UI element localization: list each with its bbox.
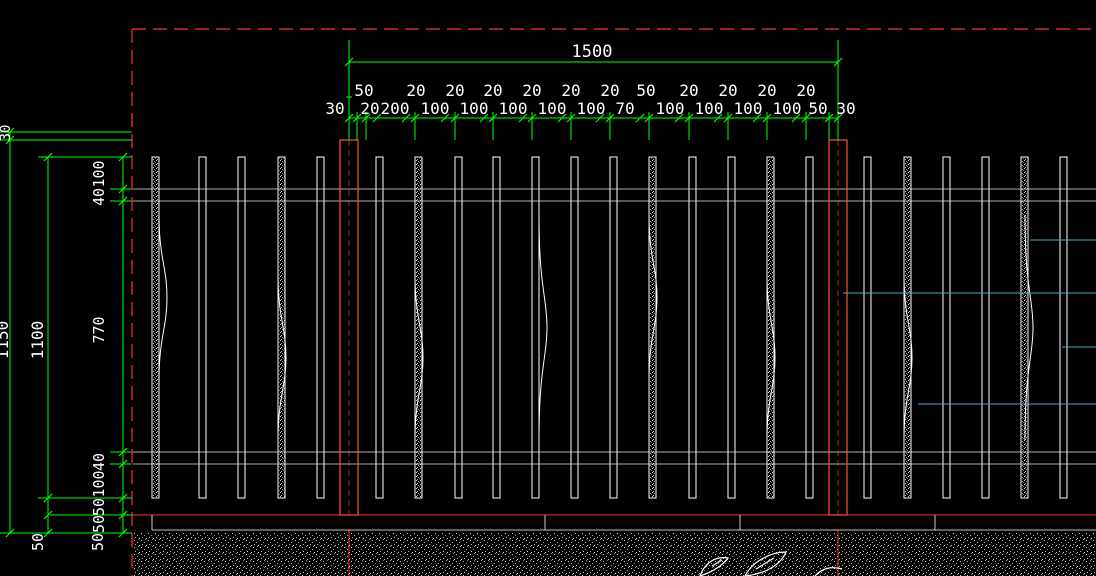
dim-row-1: 50 20 20 20 20 20 20 50 20 20 20 20 <box>354 81 815 100</box>
dim-segment-label: 40 <box>90 188 108 206</box>
dim-row1-label: 20 <box>483 81 502 100</box>
dim-segment-label: 50 <box>90 515 108 533</box>
dim-overall-width: 1500 <box>572 42 613 62</box>
dim-row2-label: 70 <box>615 99 634 118</box>
dim-row2-label: 100 <box>460 99 489 118</box>
dim-top-partial: 30 <box>0 125 14 142</box>
picket <box>727 156 736 499</box>
picket <box>805 156 814 499</box>
dim-base-outer: 50 <box>29 533 47 551</box>
dim-segment-label: 770 <box>90 316 108 343</box>
dim-row1-label: 50 <box>636 81 655 100</box>
dim-segment-label: 40 <box>90 453 108 471</box>
picket-texture <box>768 158 774 497</box>
dim-fence-height: 1100 <box>28 321 47 360</box>
ground-section <box>132 514 1096 576</box>
dim-row2-label: 200 <box>381 99 410 118</box>
dim-row2-label: 50 <box>808 99 827 118</box>
dim-row2-label: 100 <box>577 99 606 118</box>
dim-row1-label: 20 <box>796 81 815 100</box>
dim-row1-label: 20 <box>522 81 541 100</box>
annotation-leaders <box>843 239 1096 405</box>
picket-profile <box>158 214 168 381</box>
picket-texture <box>1022 158 1028 497</box>
dim-row1-label: 20 <box>679 81 698 100</box>
dim-left-segments: 10040770401005050 <box>90 160 108 533</box>
dim-base-inner: 50 <box>89 533 107 551</box>
picket <box>981 156 990 499</box>
fence-pickets <box>151 156 1068 499</box>
picket <box>863 156 872 499</box>
fence-elevation-drawing: 1500 50 20 20 20 20 20 20 50 20 20 20 20 30 20 200 100… <box>0 28 1096 576</box>
dim-row2-label: 100 <box>695 99 724 118</box>
picket <box>531 156 540 499</box>
dim-segment-label: 50 <box>90 498 108 516</box>
picket <box>198 156 207 499</box>
dim-row2-label: 100 <box>421 99 450 118</box>
dim-row2-label: 20 <box>360 99 379 118</box>
picket <box>492 156 501 499</box>
post <box>828 139 848 516</box>
picket-texture <box>905 158 911 497</box>
dim-row-2: 30 20 200 100 100 100 100 100 70 100 100 100 100 50 30 <box>325 99 855 118</box>
dim-row1-label: 20 <box>757 81 776 100</box>
picket <box>454 156 463 499</box>
dim-row2-label: 100 <box>734 99 763 118</box>
picket <box>609 156 618 499</box>
picket <box>942 156 951 499</box>
picket <box>375 156 384 499</box>
dim-row2-label: 30 <box>325 99 344 118</box>
picket <box>1059 156 1068 499</box>
dim-segment-label: 100 <box>90 470 108 497</box>
picket <box>316 156 325 499</box>
post <box>339 139 359 516</box>
picket-texture <box>279 158 285 497</box>
picket-texture <box>416 158 422 497</box>
dim-row1-label: 20 <box>445 81 464 100</box>
dim-row2-label: 100 <box>538 99 567 118</box>
dim-segment-label: 100 <box>90 160 108 187</box>
dim-row1-label: 20 <box>718 81 737 100</box>
picket-texture <box>153 158 159 497</box>
picket <box>237 156 246 499</box>
dim-row2-label: 100 <box>499 99 528 118</box>
dim-row1-label: 20 <box>600 81 619 100</box>
picket <box>688 156 697 499</box>
site-boundary <box>131 28 1096 576</box>
dim-row1-label: 20 <box>406 81 425 100</box>
dim-row2-label: 30 <box>836 99 855 118</box>
dim-row1-label: 50 <box>354 81 373 100</box>
dim-row2-label: 100 <box>773 99 802 118</box>
picket-profile <box>538 214 548 441</box>
picket <box>570 156 579 499</box>
ground-hatch <box>133 533 1096 576</box>
dim-row1-label: 20 <box>561 81 580 100</box>
picket-texture <box>650 158 656 497</box>
dim-overall-height-partial: 1150 <box>0 321 12 360</box>
dim-row2-label: 100 <box>656 99 685 118</box>
fence-rails <box>133 188 1096 465</box>
